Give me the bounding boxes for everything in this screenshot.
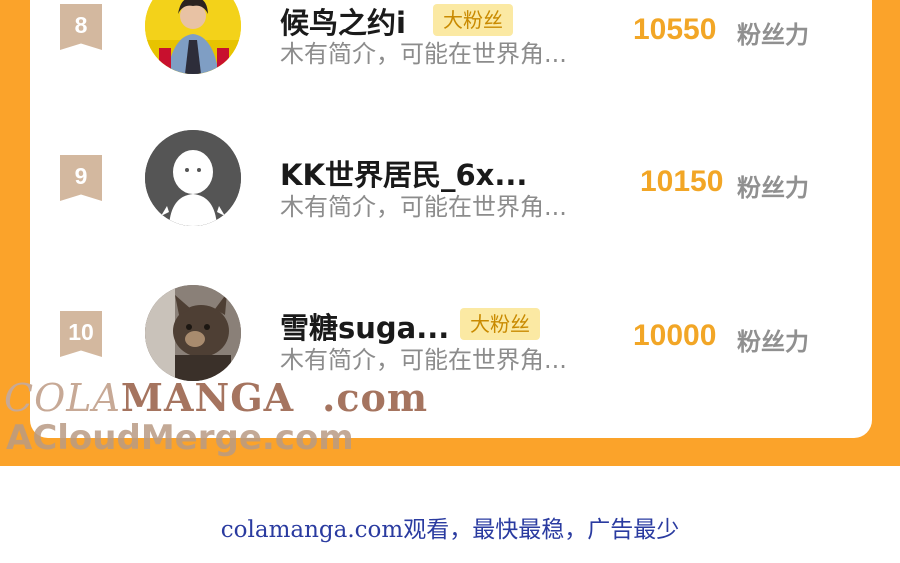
ranking-row[interactable]: 9 KK世界居民_6x... 木有简介，可能在世界角... 10150 粉丝力 (30, 130, 872, 280)
rank-badge: 9 (60, 155, 102, 201)
user-bio: 木有简介，可能在世界角... (280, 346, 567, 374)
avatar[interactable] (145, 285, 241, 381)
fan-power-score: 10550 (633, 13, 717, 46)
rank-badge: 10 (60, 311, 102, 357)
footer-caption[interactable]: colamanga.com观看，最快最稳，广告最少 (0, 510, 900, 544)
watermark-text: COLA (4, 376, 121, 420)
user-bio: 木有简介，可能在世界角... (280, 40, 567, 68)
fan-power-label: 粉丝力 (737, 174, 809, 202)
site-watermark: COLAMANGA .com (4, 375, 428, 420)
fan-power-label: 粉丝力 (737, 21, 809, 49)
site-watermark-secondary: ACloudMerge.com (6, 418, 354, 458)
rank-badge: 8 (60, 4, 102, 50)
default-avatar-icon (145, 130, 241, 226)
watermark-text: MANGA (120, 375, 295, 420)
fan-power-label: 粉丝力 (737, 328, 809, 356)
ranking-row[interactable]: 8 候鸟之约i 大粉丝 木有简介，可能在世界角... 10550 粉丝力 (30, 0, 872, 130)
fan-ranking-card: 8 候鸟之约i 大粉丝 木有简介，可能在世界角... 10550 粉丝力 9 K… (30, 0, 872, 438)
big-fan-tag: 大粉丝 (460, 308, 540, 340)
fan-power-score: 10000 (633, 319, 717, 352)
fan-power-score: 10150 (640, 165, 724, 198)
avatar[interactable] (145, 0, 241, 74)
cat-avatar-photo (145, 285, 241, 381)
avatar[interactable] (145, 130, 241, 226)
avatar-photo (145, 0, 241, 74)
watermark-text: .com (322, 375, 429, 420)
big-fan-tag: 大粉丝 (433, 4, 513, 36)
user-bio: 木有简介，可能在世界角... (280, 193, 567, 221)
